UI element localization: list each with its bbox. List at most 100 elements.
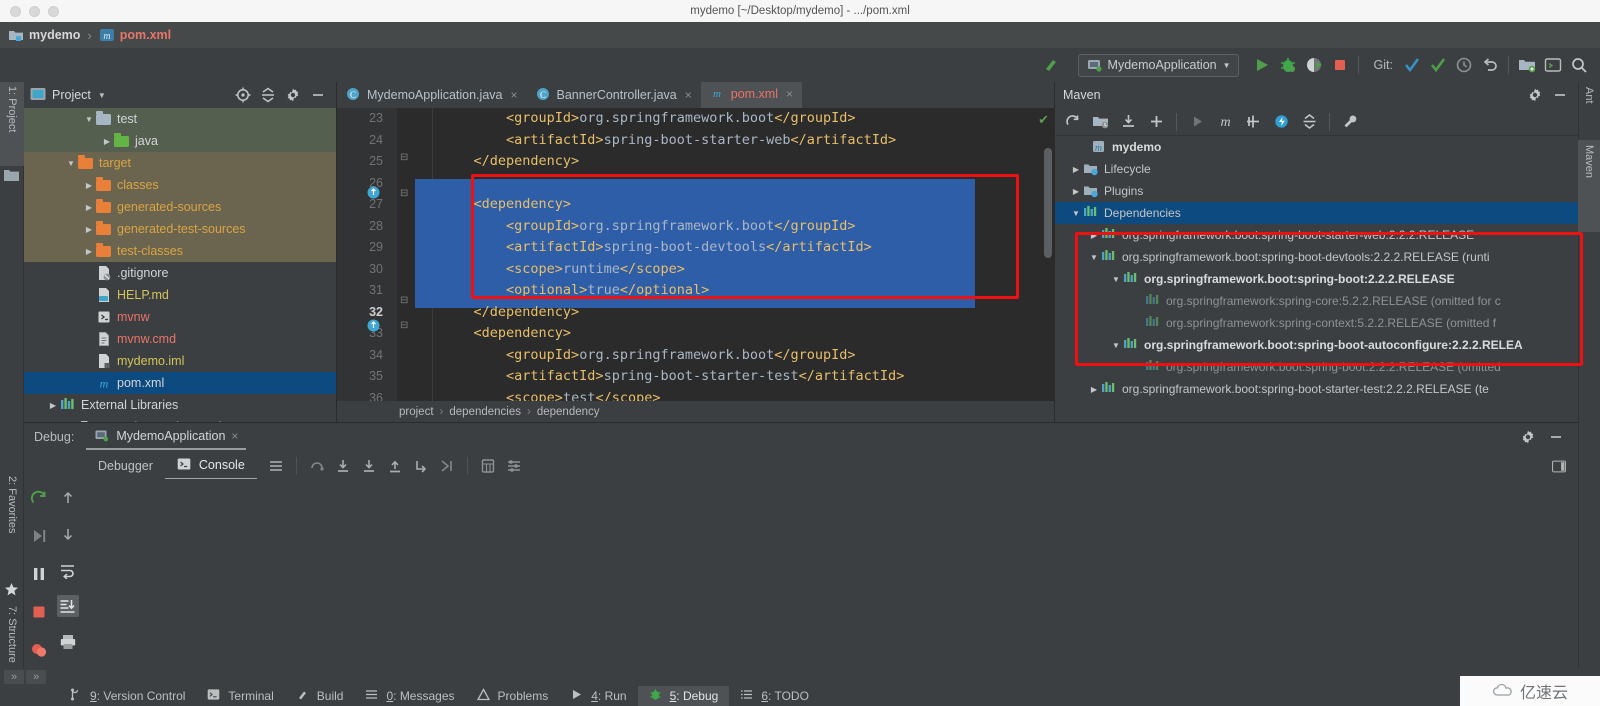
tree-item-mydemo-iml[interactable]: x mydemo.iml	[24, 350, 336, 372]
pause-icon[interactable]	[28, 563, 50, 585]
git-commit-button[interactable]	[1425, 52, 1451, 78]
generate-sources-icon[interactable]	[1087, 109, 1113, 135]
git-update-project-button[interactable]	[1399, 52, 1425, 78]
tree-item-mvnw-cmd[interactable]: x mvnw.cmd	[24, 328, 336, 350]
status-item-debug[interactable]: 5: Debug	[637, 686, 730, 706]
gear-icon[interactable]	[1520, 429, 1536, 445]
status-item-build[interactable]: Build	[285, 686, 355, 706]
project-structure-button[interactable]	[1514, 52, 1540, 78]
status-item-messages[interactable]: 0: Messages	[354, 686, 465, 706]
maven-node-mydemo[interactable]: x m mydemo	[1055, 136, 1578, 158]
hide-icon[interactable]	[1548, 429, 1564, 445]
maven-node-starter-test[interactable]: ▶ org.springframework.boot:spring-boot-s…	[1055, 378, 1578, 400]
soft-wrap-icon[interactable]	[57, 559, 79, 581]
step-into-icon[interactable]	[330, 453, 356, 479]
hide-icon[interactable]	[1552, 87, 1568, 103]
tree-item-target[interactable]: ▼ target	[24, 152, 336, 174]
chevron-expand-icon[interactable]: ▼	[1069, 209, 1083, 218]
tree-item-generated-test-sources[interactable]: ▶ generated-test-sources	[24, 218, 336, 240]
console-output[interactable]	[82, 479, 1578, 668]
maven-node-spring-boot[interactable]: ▼ org.springframework.boot:spring-boot:2…	[1055, 268, 1578, 290]
chevron-expand-icon[interactable]: ▼	[82, 115, 96, 124]
split-panel-icon[interactable]	[1552, 453, 1578, 479]
chevron-down-icon[interactable]: ▼	[1223, 61, 1231, 70]
close-session-icon[interactable]: ×	[231, 429, 238, 443]
tree-item-generated-sources[interactable]: ▶ generated-sources	[24, 196, 336, 218]
status-item-problems[interactable]: Problems	[466, 686, 560, 706]
gear-icon[interactable]	[285, 87, 301, 103]
tab-debugger[interactable]: Debugger	[86, 452, 165, 480]
print-icon[interactable]	[57, 631, 79, 653]
tree-item-java[interactable]: ▶ java	[24, 130, 336, 152]
rerun-icon[interactable]	[28, 487, 50, 509]
project-tree[interactable]: ▼ test ▶ java ▼ target ▶ classes ▶ gener…	[24, 108, 336, 438]
build-project-button[interactable]	[1038, 52, 1064, 78]
chevron-collapse-icon[interactable]: ▶	[82, 203, 96, 212]
expand-side-buttons-2[interactable]: »	[26, 670, 47, 684]
code-editor[interactable]: 23 <groupId>org.springframework.boot</gr…	[337, 108, 1054, 422]
tree-item-test-classes[interactable]: ▶ test-classes	[24, 240, 336, 262]
chevron-collapse-icon[interactable]: ▶	[1087, 231, 1101, 240]
maven-node-plugins[interactable]: ▶ Plugins	[1055, 180, 1578, 202]
git-rollback-button[interactable]	[1477, 52, 1503, 78]
git-history-button[interactable]	[1451, 52, 1477, 78]
code-fold-icon[interactable]: ⊟	[400, 152, 408, 163]
spring-bean-gutter-icon[interactable]	[367, 319, 380, 332]
sidebar-item-favorites[interactable]: 2: Favorites	[0, 472, 24, 580]
force-step-into-icon[interactable]	[356, 453, 382, 479]
status-item-todo[interactable]: 6: TODO	[729, 686, 820, 706]
maven-node-dependencies[interactable]: ▼ Dependencies	[1055, 202, 1578, 224]
view-breakpoints-icon[interactable]	[28, 639, 50, 661]
stop-icon[interactable]	[28, 601, 50, 623]
editor-scrollbar[interactable]	[1044, 148, 1052, 258]
toggle-skip-tests-icon[interactable]	[1240, 109, 1266, 135]
code-fold-icon[interactable]: ⊟	[400, 188, 408, 199]
editor-tab-pom-xml[interactable]: m pom.xml ×	[700, 82, 802, 108]
breadcrumb-dependency[interactable]: dependency	[537, 406, 600, 418]
execute-goal-icon[interactable]	[1184, 109, 1210, 135]
breadcrumb-file[interactable]: pom.xml	[120, 28, 171, 42]
chevron-collapse-icon[interactable]: ▶	[82, 225, 96, 234]
breadcrumb[interactable]: mydemo › m pom.xml	[8, 27, 171, 43]
breadcrumb-project[interactable]: project	[399, 406, 434, 418]
close-tab-icon[interactable]: ×	[685, 88, 692, 102]
resume-icon[interactable]	[28, 525, 50, 547]
tree-item-pom-xml[interactable]: x m pom.xml	[24, 372, 336, 394]
run-with-coverage-button[interactable]	[1301, 52, 1327, 78]
tree-item-test[interactable]: ▼ test	[24, 108, 336, 130]
step-over-icon[interactable]	[304, 453, 330, 479]
toggle-offline-icon[interactable]	[1268, 109, 1294, 135]
code-fold-icon[interactable]: ⊟	[400, 320, 408, 331]
maven-settings-icon[interactable]	[1337, 109, 1363, 135]
collapse-all-icon[interactable]	[260, 87, 276, 103]
status-item-version-control[interactable]: 9: Version Control	[58, 686, 196, 706]
run-button[interactable]	[1249, 52, 1275, 78]
add-icon[interactable]	[1143, 109, 1169, 135]
chevron-collapse-icon[interactable]: ▶	[82, 247, 96, 256]
open-terminal-button[interactable]	[1540, 52, 1566, 78]
maven-tree[interactable]: x m mydemo ▶ Lifecycle ▶ Plu	[1055, 136, 1578, 400]
chevron-collapse-icon[interactable]: ▶	[100, 137, 114, 146]
collapse-all-icon[interactable]	[1296, 109, 1322, 135]
chevron-expand-icon[interactable]: ▼	[1087, 253, 1101, 262]
maven-node-autoconfigure[interactable]: ▼ org.springframework.boot:spring-boot-a…	[1055, 334, 1578, 356]
breadcrumb-dependencies[interactable]: dependencies	[449, 406, 521, 418]
chevron-expand-icon[interactable]: ▼	[1109, 275, 1123, 284]
run-maven-build-icon[interactable]: m	[1212, 109, 1238, 135]
tree-item-mvnw[interactable]: x mvnw	[24, 306, 336, 328]
download-sources-icon[interactable]	[1115, 109, 1141, 135]
chevron-expand-icon[interactable]: ▼	[64, 159, 78, 168]
evaluate-expression-icon[interactable]	[475, 453, 501, 479]
sidebar-item-project[interactable]: 1: Project	[0, 82, 24, 166]
maven-node-spring-boot-omitted[interactable]: x org.springframework.boot:spring-boot:2…	[1055, 356, 1578, 378]
tree-item-help-md[interactable]: x HELP.md	[24, 284, 336, 306]
search-everywhere-button[interactable]	[1566, 52, 1592, 78]
inspection-status-icon[interactable]: ✔	[1038, 112, 1049, 128]
sidebar-item-ant[interactable]: Ant	[1578, 82, 1600, 132]
scroll-to-end-icon[interactable]	[56, 595, 79, 617]
drop-frame-icon[interactable]	[408, 453, 434, 479]
maven-node-lifecycle[interactable]: ▶ Lifecycle	[1055, 158, 1578, 180]
spring-bean-gutter-icon[interactable]	[367, 186, 380, 199]
chevron-collapse-icon[interactable]: ▶	[1069, 165, 1083, 174]
stop-button[interactable]	[1327, 52, 1353, 78]
